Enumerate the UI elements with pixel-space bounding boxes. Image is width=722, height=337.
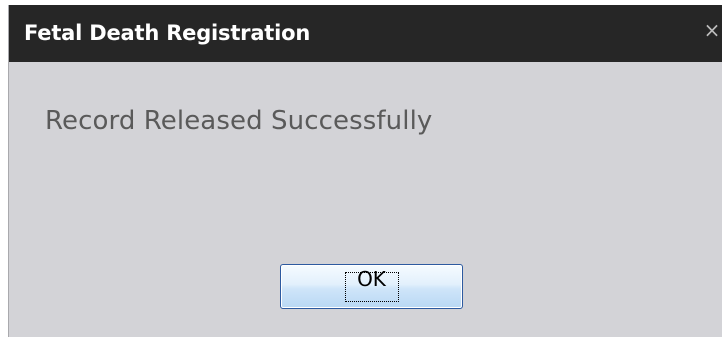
page: Fetal Death Registration × Record Releas…: [0, 0, 722, 337]
close-icon[interactable]: ×: [702, 17, 722, 43]
dialog-message: Record Released Successfully: [45, 106, 433, 136]
dialog-titlebar[interactable]: Fetal Death Registration ×: [9, 5, 722, 62]
ok-button-label: OK: [357, 267, 386, 291]
dialog-title: Fetal Death Registration: [24, 21, 311, 45]
ok-button[interactable]: OK: [280, 264, 463, 309]
message-dialog: Fetal Death Registration × Record Releas…: [8, 5, 722, 337]
